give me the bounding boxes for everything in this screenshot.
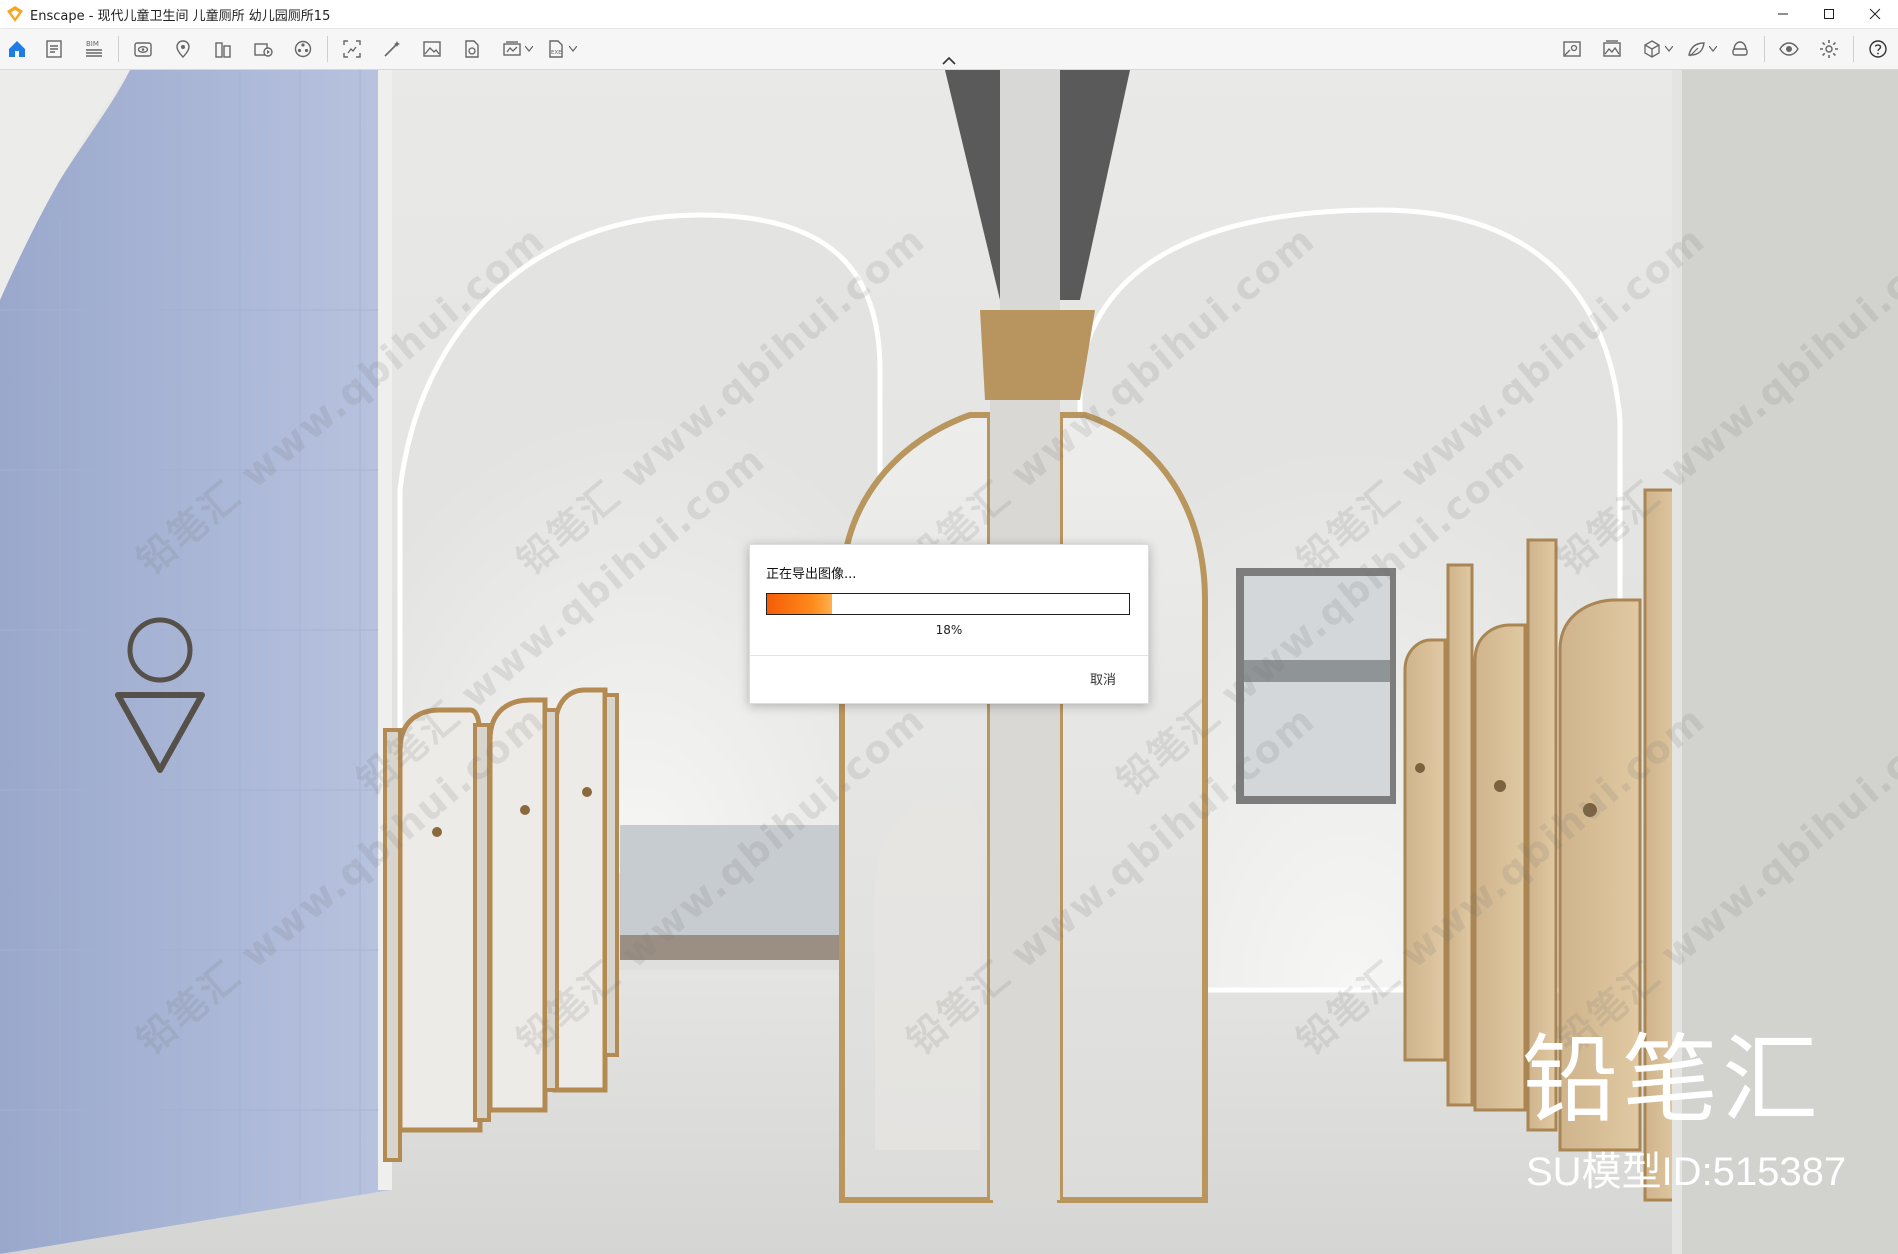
cube-view-icon xyxy=(1644,40,1660,58)
export-progress-bar xyxy=(766,593,1130,615)
vr-headset-icon xyxy=(1732,41,1748,56)
help-button[interactable] xyxy=(1858,29,1898,69)
panorama-upload-icon xyxy=(465,40,479,58)
gallery-icon xyxy=(1603,40,1621,57)
document-button[interactable] xyxy=(34,29,74,69)
model-id-label: SU模型ID:515387 xyxy=(1526,1150,1847,1194)
toolbar-right-group xyxy=(1552,29,1898,69)
screenshot-button[interactable] xyxy=(332,29,372,69)
home-icon xyxy=(9,41,25,57)
vr-headset-button[interactable] xyxy=(1720,29,1760,69)
gallery-button[interactable] xyxy=(1592,29,1632,69)
building-button[interactable] xyxy=(203,29,243,69)
progress-percent-label: 18% xyxy=(935,623,963,637)
video-editor-button[interactable] xyxy=(243,29,283,69)
panorama-button[interactable] xyxy=(452,29,492,69)
collapse-toolbar-chevron-icon[interactable] xyxy=(940,55,958,67)
enscape-logo-icon xyxy=(7,6,23,22)
maximize-button[interactable] xyxy=(1806,0,1852,28)
image-icon xyxy=(423,41,441,57)
minimize-icon xyxy=(1778,13,1788,15)
batch-render-button[interactable] xyxy=(492,29,532,69)
close-icon xyxy=(1869,8,1881,20)
toolbar-left-group: BIM EXE xyxy=(0,29,580,69)
map-view-icon xyxy=(1563,41,1581,57)
toolbar-separator xyxy=(118,36,119,62)
material-button[interactable] xyxy=(1676,29,1716,69)
minimize-button[interactable] xyxy=(1760,0,1806,28)
visual-settings-icon xyxy=(1779,42,1799,56)
brand-logo: 铅笔汇 xyxy=(1522,1024,1822,1136)
building-icon xyxy=(215,42,231,58)
title-bar: Enscape - 现代儿童卫生间 儿童厕所 幼儿园厕所15 xyxy=(0,0,1898,29)
location-button[interactable] xyxy=(163,29,203,69)
location-pin-icon xyxy=(176,40,190,58)
toolbar-separator xyxy=(327,36,328,62)
view-button[interactable] xyxy=(123,29,163,69)
video-editor-icon xyxy=(254,43,273,57)
cancel-button[interactable]: 取消 xyxy=(1090,669,1116,688)
export-progress-fill xyxy=(767,594,833,614)
visual-settings-button[interactable] xyxy=(1769,29,1809,69)
eye-view-icon xyxy=(134,42,152,57)
close-button[interactable] xyxy=(1852,0,1898,28)
settings-button[interactable] xyxy=(1809,29,1849,69)
export-progress-dialog: 正在导出图像... 18% 取消 xyxy=(749,544,1149,704)
document-icon xyxy=(46,40,62,58)
bim-button[interactable]: BIM xyxy=(74,29,114,69)
toolbar-separator xyxy=(1764,36,1765,62)
svg-text:EXE: EXE xyxy=(551,50,562,56)
svg-text:BIM: BIM xyxy=(86,40,99,48)
maximize-icon xyxy=(1824,9,1834,19)
magic-wand-icon xyxy=(384,41,400,57)
dialog-message: 正在导出图像... xyxy=(766,567,857,582)
asset-library-icon xyxy=(294,40,312,58)
window-title: Enscape - 现代儿童卫生间 儿童厕所 幼儿园厕所15 xyxy=(30,8,331,24)
home-button[interactable] xyxy=(0,29,34,69)
batch-render-icon xyxy=(503,41,521,56)
exe-export-icon: EXE xyxy=(549,40,563,58)
exe-export-button[interactable]: EXE xyxy=(536,29,576,69)
asset-library-button[interactable] xyxy=(283,29,323,69)
leaf-material-icon xyxy=(1688,42,1705,57)
help-icon xyxy=(1869,40,1887,58)
toolbar-separator xyxy=(1853,36,1854,62)
map-view-button[interactable] xyxy=(1552,29,1592,69)
cube-view-button[interactable] xyxy=(1632,29,1672,69)
render-image-button[interactable] xyxy=(412,29,452,69)
window-controls xyxy=(1760,0,1898,28)
magic-wand-button[interactable] xyxy=(372,29,412,69)
dialog-divider xyxy=(750,655,1148,656)
bim-icon: BIM xyxy=(86,40,102,57)
screenshot-icon xyxy=(343,40,361,58)
settings-icon xyxy=(1820,40,1838,58)
